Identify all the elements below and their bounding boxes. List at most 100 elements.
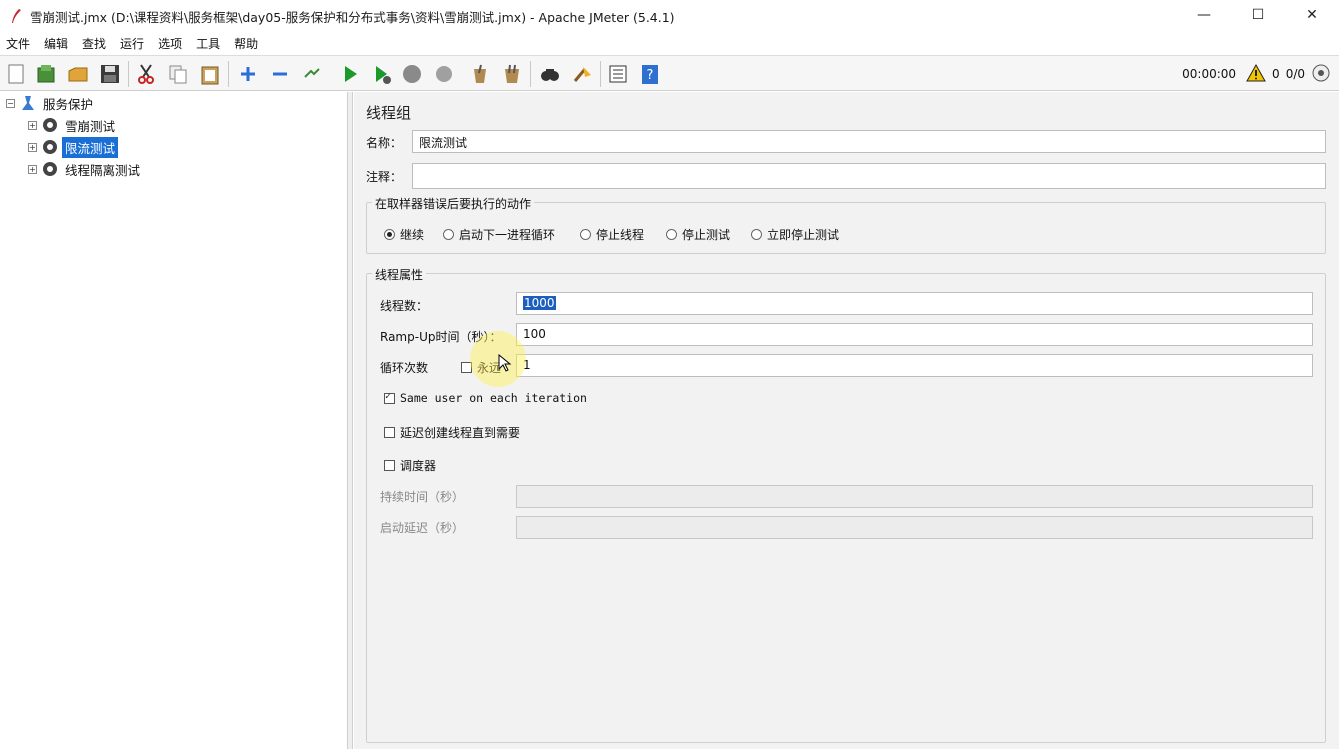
templates-icon[interactable] xyxy=(34,62,58,86)
help-icon[interactable]: ? xyxy=(638,62,662,86)
name-field[interactable]: 限流测试 xyxy=(412,130,1326,153)
same-user-checkbox[interactable]: Same user on each iteration xyxy=(384,391,587,405)
menu-options[interactable]: 选项 xyxy=(158,35,182,52)
tree-label-avalanche: 雪崩测试 xyxy=(65,118,116,134)
tree-label-isolation: 线程隔离测试 xyxy=(65,162,141,178)
thread-properties-title: 线程属性 xyxy=(372,266,427,283)
thread-group-gear-icon xyxy=(41,138,59,156)
mouse-pointer-icon xyxy=(498,353,512,375)
thread-count: 0/0 xyxy=(1285,67,1305,81)
tree-node-avalanche[interactable]: + 雪崩测试 xyxy=(28,115,118,135)
rampup-field[interactable]: 100 xyxy=(516,323,1313,346)
threads-label: 线程数： xyxy=(380,299,429,313)
save-icon[interactable] xyxy=(98,62,122,86)
menu-tools[interactable]: 工具 xyxy=(196,35,220,52)
search-icon[interactable] xyxy=(538,62,562,86)
reset-search-icon[interactable] xyxy=(570,62,594,86)
expand-toggle[interactable]: + xyxy=(28,120,37,130)
menu-help[interactable]: 帮助 xyxy=(234,35,258,52)
minimize-button[interactable]: — xyxy=(1177,0,1231,30)
menu-run[interactable]: 运行 xyxy=(120,35,144,52)
radio-continue[interactable]: 继续 xyxy=(384,226,424,243)
warning-icon[interactable] xyxy=(1246,63,1266,85)
thread-group-gear-icon xyxy=(41,116,59,134)
radio-stop-thread[interactable]: 停止线程 xyxy=(580,226,644,243)
menu-search[interactable]: 查找 xyxy=(82,35,106,52)
delay-thread-creation-checkbox[interactable]: 延迟创建线程直到需要 xyxy=(384,424,520,441)
menu-bar: 文件 编辑 查找 运行 选项 工具 帮助 xyxy=(0,33,1339,53)
scheduler-checkbox[interactable]: 调度器 xyxy=(384,457,436,474)
svg-text:?: ? xyxy=(647,68,654,83)
radio-stop-test-now[interactable]: 立即停止测试 xyxy=(751,226,839,243)
test-plan-tree: − 服务保护 + 雪崩测试 + 限流测试 + 线程隔离测试 xyxy=(0,92,348,749)
test-plan-icon xyxy=(19,94,37,112)
cut-icon[interactable] xyxy=(134,62,158,86)
radio-label: 继续 xyxy=(400,228,425,242)
page-title: 线程组 xyxy=(366,104,412,122)
collapse-toggle[interactable]: − xyxy=(6,98,15,108)
threads-field[interactable]: 1000 xyxy=(516,292,1313,315)
paste-icon[interactable] xyxy=(198,62,222,86)
new-icon[interactable] xyxy=(4,62,28,86)
checkbox-indicator[interactable] xyxy=(384,427,395,438)
stop-icon[interactable] xyxy=(400,62,424,86)
radio-label: 停止线程 xyxy=(596,228,645,242)
radio-indicator[interactable] xyxy=(384,229,395,240)
title-bar: 雪崩测试.jmx (D:\课程资料\服务框架\day05-服务保护和分布式事务\… xyxy=(0,0,1339,32)
collapse-icon[interactable] xyxy=(268,62,292,86)
elapsed-timer: 00:00:00 xyxy=(1182,67,1237,81)
start-icon[interactable] xyxy=(338,62,362,86)
threads-value: 1000 xyxy=(523,296,556,310)
radio-label: 立即停止测试 xyxy=(767,228,840,242)
radio-label: 停止测试 xyxy=(682,228,731,242)
tree-node-root[interactable]: − 服务保护 xyxy=(6,93,96,113)
name-label: 名称： xyxy=(366,136,403,150)
toolbar: ? 00:00:00 0 0/0 xyxy=(0,55,1339,91)
panel-splitter[interactable] xyxy=(348,92,353,749)
start-no-pause-icon[interactable] xyxy=(370,62,394,86)
expand-toggle[interactable]: + xyxy=(28,164,37,174)
menu-edit[interactable]: 编辑 xyxy=(44,35,68,52)
clear-icon[interactable] xyxy=(468,62,492,86)
delay-label: 延迟创建线程直到需要 xyxy=(400,426,521,440)
remote-status-icon xyxy=(1311,63,1331,86)
comment-field[interactable] xyxy=(412,163,1326,189)
shutdown-icon[interactable] xyxy=(432,62,456,86)
error-group-title: 在取样器错误后要执行的动作 xyxy=(372,195,535,212)
radio-indicator[interactable] xyxy=(443,229,454,240)
copy-icon[interactable] xyxy=(166,62,190,86)
toggle-icon[interactable] xyxy=(300,62,324,86)
thread-group-panel: 线程组 名称： 限流测试 注释： 在取样器错误后要执行的动作 继续 启动下一进程… xyxy=(354,92,1339,749)
function-helper-icon[interactable] xyxy=(606,62,630,86)
loop-count-field[interactable]: 1 xyxy=(516,354,1313,377)
expand-toggle[interactable]: + xyxy=(28,142,37,152)
expand-icon[interactable] xyxy=(236,62,260,86)
startup-delay-label: 启动延迟（秒） xyxy=(380,521,465,535)
radio-indicator[interactable] xyxy=(666,229,677,240)
radio-label: 启动下一进程循环 xyxy=(459,228,556,242)
checkbox-indicator[interactable] xyxy=(384,391,395,404)
duration-label: 持续时间（秒） xyxy=(380,490,465,504)
radio-start-next-loop[interactable]: 启动下一进程循环 xyxy=(443,226,555,243)
tree-node-ratelimit[interactable]: + 限流测试 xyxy=(28,136,119,158)
scheduler-label: 调度器 xyxy=(400,459,437,473)
radio-stop-test[interactable]: 停止测试 xyxy=(666,226,730,243)
window-title: 雪崩测试.jmx (D:\课程资料\服务框架\day05-服务保护和分布式事务\… xyxy=(30,9,675,25)
startup-delay-field[interactable] xyxy=(516,516,1313,539)
radio-indicator[interactable] xyxy=(580,229,591,240)
thread-group-gear-icon xyxy=(41,160,59,178)
jmeter-feather-icon xyxy=(9,8,23,24)
tree-label-root: 服务保护 xyxy=(43,96,94,112)
close-button[interactable]: ✕ xyxy=(1285,0,1339,30)
tree-node-isolation[interactable]: + 线程隔离测试 xyxy=(28,159,143,179)
open-icon[interactable] xyxy=(66,62,90,86)
duration-field[interactable] xyxy=(516,485,1313,508)
checkbox-indicator[interactable] xyxy=(384,460,395,471)
radio-indicator[interactable] xyxy=(751,229,762,240)
maximize-button[interactable]: ☐ xyxy=(1231,0,1285,30)
comment-label: 注释： xyxy=(366,170,403,184)
tree-label-ratelimit: 限流测试 xyxy=(62,136,119,158)
menu-file[interactable]: 文件 xyxy=(6,35,30,52)
same-user-label: Same user on each iteration xyxy=(400,391,587,405)
clear-all-icon[interactable] xyxy=(500,62,524,86)
